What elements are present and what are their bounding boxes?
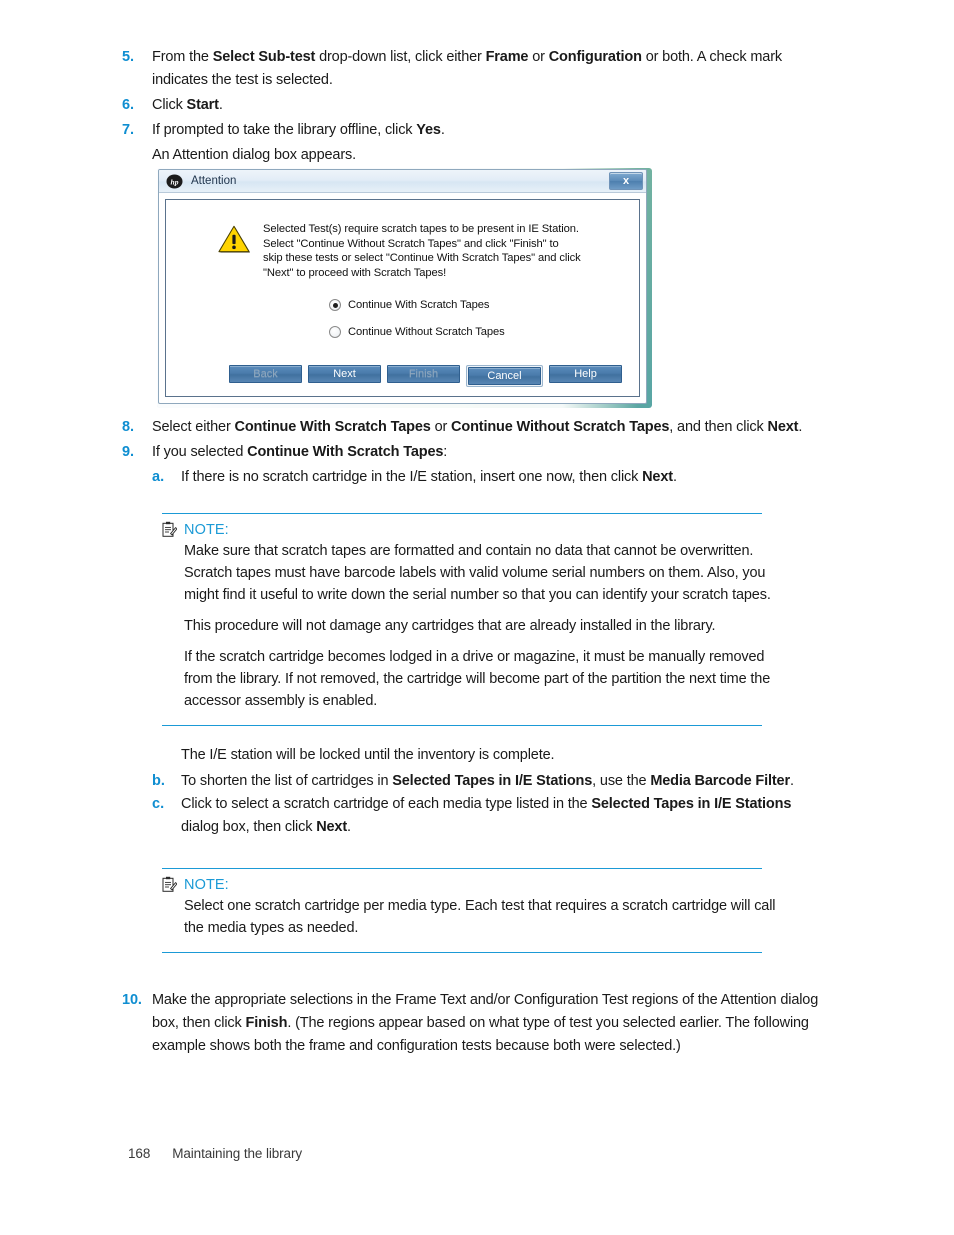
- note-rule-bottom: [162, 725, 762, 726]
- dialog-title: Attention: [191, 175, 237, 187]
- note-label-1: NOTE:: [184, 521, 229, 538]
- substep-b-text: To shorten the list of cartridges in Sel…: [181, 773, 794, 789]
- page-content-lower: 8. Select either Continue With Scratch T…: [122, 416, 822, 1060]
- next-button[interactable]: Next: [308, 365, 381, 383]
- close-icon[interactable]: x: [609, 172, 643, 190]
- dialog-message-row: Selected Test(s) require scratch tapes t…: [166, 200, 639, 280]
- radio-unselected-icon[interactable]: [329, 326, 341, 338]
- dialog-button-row: Back Next Finish Cancel Help: [166, 365, 639, 387]
- warning-triangle-icon: [218, 225, 250, 253]
- step-6-text: Click Start.: [152, 97, 223, 113]
- step-8-number: 8.: [122, 419, 134, 435]
- note-header-2: NOTE:: [162, 869, 762, 895]
- note-clipboard-icon: [162, 521, 177, 537]
- step-9-number: 9.: [122, 444, 134, 460]
- note-clipboard-icon: [162, 876, 177, 892]
- note-1-paragraph-3: If the scratch cartridge becomes lodged …: [184, 649, 771, 709]
- dialog-radio-group: Continue With Scratch Tapes Continue Wit…: [166, 299, 639, 338]
- step-6: 6. Click Start.: [122, 94, 822, 117]
- dialog-body: Selected Test(s) require scratch tapes t…: [165, 199, 640, 397]
- note-1-paragraph-2: This procedure will not damage any cartr…: [184, 618, 716, 634]
- note-2-rule-bottom: [162, 952, 762, 953]
- cancel-button-focus-ring: Cancel: [466, 365, 543, 387]
- radio-continue-without-scratch-tapes[interactable]: Continue Without Scratch Tapes: [329, 326, 639, 338]
- step-5: 5. From the Select Sub-test drop-down li…: [122, 46, 822, 92]
- finish-button[interactable]: Finish: [387, 365, 460, 383]
- radio-continue-without-label: Continue Without Scratch Tapes: [348, 326, 505, 338]
- dialog-message-line-1: Selected Test(s) require scratch tapes t…: [263, 223, 579, 235]
- substep-c-letter: c.: [152, 796, 165, 812]
- substep-c: c. Click to select a scratch cartridge o…: [152, 793, 822, 839]
- step-9-text: If you selected Continue With Scratch Ta…: [152, 444, 448, 460]
- dialog-titlebar: hp Attention x: [159, 170, 646, 193]
- substep-b: b. To shorten the list of cartridges in …: [152, 770, 822, 793]
- footer-page-number: 168: [128, 1146, 151, 1161]
- step-7-text: If prompted to take the library offline,…: [152, 122, 445, 138]
- page-content: 5. From the Select Sub-test drop-down li…: [122, 46, 822, 167]
- dialog-message-line-3: skip these tests or select "Continue Wit…: [263, 252, 581, 264]
- step-9: 9. If you selected Continue With Scratch…: [122, 441, 822, 464]
- note-label-2: NOTE:: [184, 876, 229, 893]
- step-6-number: 6.: [122, 97, 134, 113]
- substep-list-top: a. If there is no scratch cartridge in t…: [152, 466, 822, 489]
- substep-a-text: If there is no scratch cartridge in the …: [181, 469, 677, 485]
- radio-continue-with-scratch-tapes[interactable]: Continue With Scratch Tapes: [329, 299, 639, 311]
- step-10-number: 10.: [122, 992, 142, 1008]
- step-10-text: Make the appropriate selections in the F…: [152, 992, 819, 1054]
- help-button[interactable]: Help: [549, 365, 622, 383]
- footer-section-title: Maintaining the library: [172, 1146, 303, 1161]
- step-8: 8. Select either Continue With Scratch T…: [122, 416, 822, 439]
- note-body-1: Make sure that scratch tapes are formatt…: [184, 540, 776, 712]
- substep-list-bottom: b. To shorten the list of cartridges in …: [152, 770, 822, 839]
- substep-c-text: Click to select a scratch cartridge of e…: [181, 796, 792, 835]
- document-page: 5. From the Select Sub-test drop-down li…: [0, 0, 954, 1235]
- step-7-continuation: An Attention dialog box appears.: [152, 147, 356, 163]
- step-7-number: 7.: [122, 122, 134, 138]
- note-block-1: NOTE: Make sure that scratch tapes are f…: [162, 509, 771, 726]
- dialog-message-line-4: "Next" to proceed with Scratch Tapes!: [263, 266, 447, 279]
- note-1-paragraph-1: Make sure that scratch tapes are formatt…: [184, 543, 771, 603]
- interstitial-text: The I/E station will be locked until the…: [181, 747, 555, 763]
- note-header-1: NOTE:: [162, 514, 762, 540]
- dialog-message: Selected Test(s) require scratch tapes t…: [263, 222, 581, 280]
- svg-text:hp: hp: [171, 177, 179, 186]
- back-button[interactable]: Back: [229, 365, 302, 383]
- attention-dialog-figure: hp Attention x Selected Test(s) require …: [157, 168, 652, 408]
- step-5-number: 5.: [122, 49, 134, 65]
- substep-a-letter: a.: [152, 469, 165, 485]
- radio-continue-with-label: Continue With Scratch Tapes: [348, 299, 490, 311]
- substep-b-letter: b.: [152, 773, 165, 789]
- note-body-2: Select one scratch cartridge per media t…: [184, 895, 776, 939]
- cancel-button[interactable]: Cancel: [468, 367, 541, 385]
- note-2-paragraph-1: Select one scratch cartridge per media t…: [184, 898, 776, 936]
- substep-a: a. If there is no scratch cartridge in t…: [152, 466, 822, 489]
- page-footer: 168 Maintaining the library: [128, 1146, 302, 1161]
- dialog-message-line-2: Select "Continue Without Scratch Tapes" …: [263, 237, 559, 250]
- note-block-2: NOTE: Select one scratch cartridge per m…: [162, 864, 776, 953]
- hp-logo-icon: hp: [166, 174, 183, 188]
- attention-dialog-window: hp Attention x Selected Test(s) require …: [158, 169, 647, 404]
- step-5-text: From the Select Sub-test drop-down list,…: [152, 49, 782, 88]
- step-8-text: Select either Continue With Scratch Tape…: [152, 419, 803, 435]
- step-7: 7. If prompted to take the library offli…: [122, 119, 822, 142]
- step-10: 10. Make the appropriate selections in t…: [122, 989, 822, 1058]
- radio-selected-icon[interactable]: [329, 299, 341, 311]
